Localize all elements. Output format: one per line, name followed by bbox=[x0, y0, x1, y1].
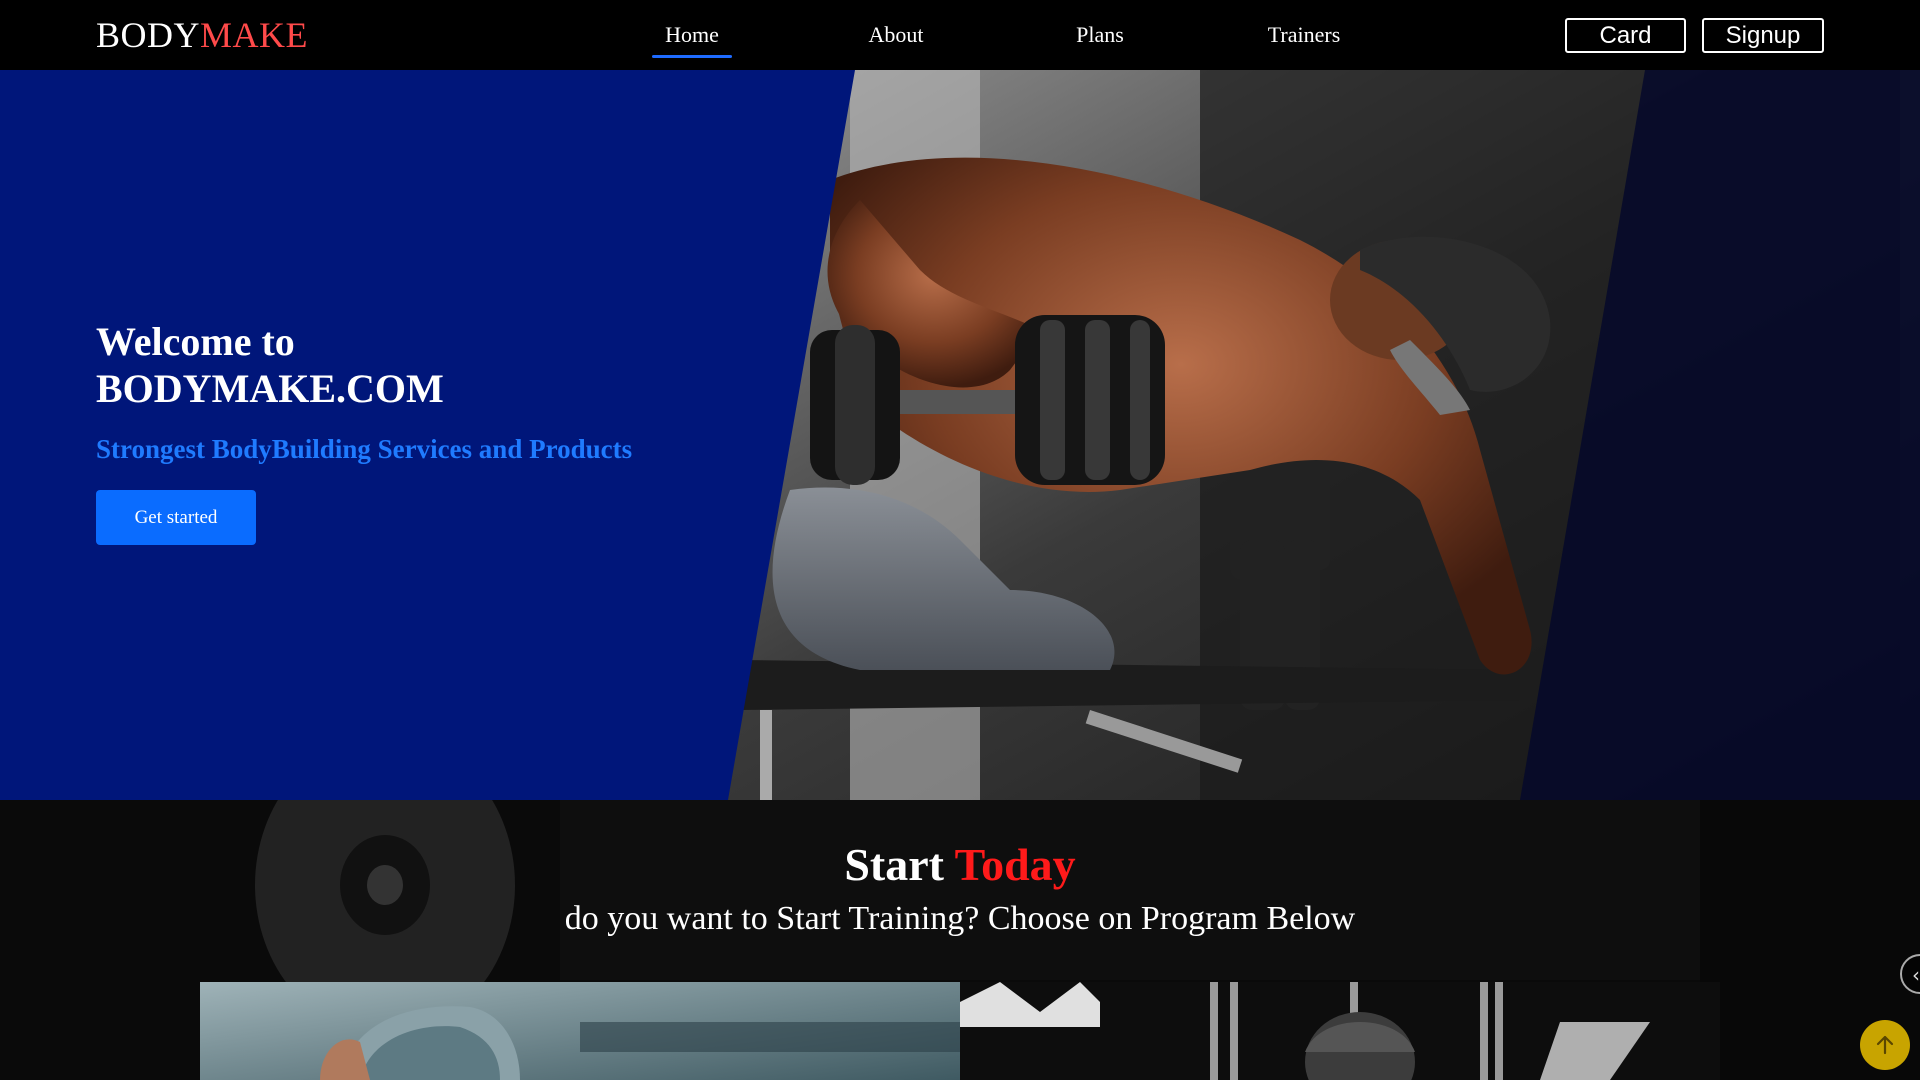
brand-logo-part2: MAKE bbox=[200, 15, 309, 55]
signup-button[interactable]: Signup bbox=[1702, 18, 1824, 53]
nav-links: Home About Plans Trainers bbox=[590, 0, 1406, 70]
hero-subtitle: Strongest BodyBuilding Services and Prod… bbox=[96, 434, 633, 464]
start-subtitle: do you want to Start Training? Choose on… bbox=[564, 900, 1356, 937]
hero-title-line2: BODYMAKE.COM bbox=[96, 366, 444, 411]
program-card-2[interactable] bbox=[960, 982, 1720, 1080]
hero-title: Welcome to BODYMAKE.COM bbox=[96, 318, 632, 412]
start-today-section: Start Today do you want to Start Trainin… bbox=[0, 800, 1920, 1080]
chevron-left-icon: ‹ bbox=[1912, 963, 1920, 987]
start-title-word1: Start bbox=[844, 839, 944, 890]
nav-link-plans[interactable]: Plans bbox=[998, 0, 1202, 70]
start-title: Start Today bbox=[0, 838, 1920, 891]
program-card-1-image bbox=[200, 982, 960, 1080]
nav-link-home[interactable]: Home bbox=[590, 0, 794, 70]
brand-logo[interactable]: BODYMAKE bbox=[96, 14, 308, 56]
navbar: BODYMAKE Home About Plans Trainers Card … bbox=[0, 0, 1920, 70]
hero-text-block: Welcome to BODYMAKE.COM Strongest BodyBu… bbox=[96, 318, 632, 465]
program-card-2-image bbox=[960, 982, 1720, 1080]
get-started-button[interactable]: Get started bbox=[96, 490, 256, 545]
hero-section: Welcome to BODYMAKE.COM Strongest BodyBu… bbox=[0, 70, 1920, 800]
hero-title-line1: Welcome to bbox=[96, 319, 295, 364]
brand-logo-part1: BODY bbox=[96, 15, 201, 55]
start-title-word2: Today bbox=[954, 839, 1076, 890]
scroll-to-top-button[interactable] bbox=[1860, 1020, 1910, 1070]
card-button[interactable]: Card bbox=[1565, 18, 1686, 53]
nav-link-about[interactable]: About bbox=[794, 0, 998, 70]
program-card-1[interactable] bbox=[200, 982, 960, 1080]
nav-link-trainers[interactable]: Trainers bbox=[1202, 0, 1406, 70]
arrow-up-icon bbox=[1876, 1035, 1894, 1055]
